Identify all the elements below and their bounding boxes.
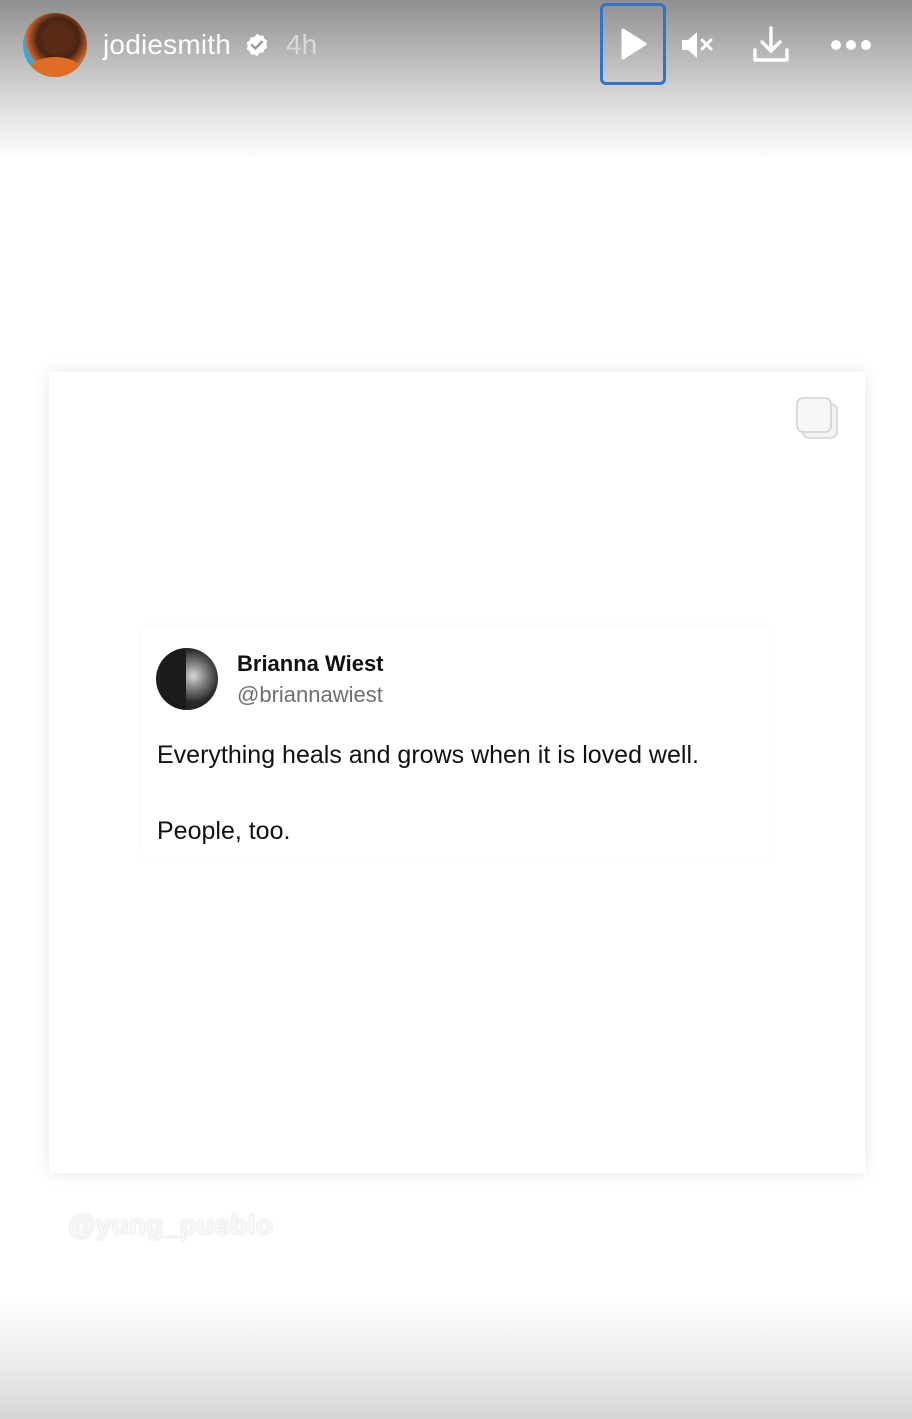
bottom-gradient <box>0 1299 912 1419</box>
multiple-images-icon <box>796 397 838 439</box>
more-options-button[interactable] <box>818 4 884 86</box>
more-dots-icon <box>831 40 871 50</box>
profile-avatar[interactable] <box>23 13 87 77</box>
story-header: jodiesmith 4h <box>0 0 912 92</box>
verified-badge-icon <box>246 33 268 57</box>
post-time: 4h <box>286 29 318 60</box>
play-icon <box>621 28 647 60</box>
username[interactable]: jodiesmith <box>103 27 231 63</box>
avatar-shirt <box>29 57 81 77</box>
mute-button[interactable] <box>664 4 730 86</box>
play-button[interactable] <box>600 3 666 85</box>
tweet-text-line-2: People, too. <box>157 817 291 845</box>
tweet-author-handle: @briannawiest <box>237 682 383 707</box>
tweet-embed: Brianna Wiest @briannawiest Everything h… <box>141 627 769 857</box>
story-viewer[interactable]: jodiesmith 4h Brianna Wiest @briannawies… <box>0 0 912 1419</box>
muted-speaker-icon <box>682 32 713 58</box>
download-icon <box>753 26 789 62</box>
download-button[interactable] <box>738 4 804 86</box>
mention-sticker[interactable]: @yung_pueblo <box>68 1207 273 1243</box>
tweet-author-name: Brianna Wiest <box>237 651 384 676</box>
tweet-author-avatar <box>156 648 218 710</box>
avatar-hair <box>160 648 186 710</box>
avatar-face <box>43 23 69 55</box>
shared-post-card[interactable]: Brianna Wiest @briannawiest Everything h… <box>49 372 865 1173</box>
tweet-text-line-1: Everything heals and grows when it is lo… <box>157 741 699 769</box>
